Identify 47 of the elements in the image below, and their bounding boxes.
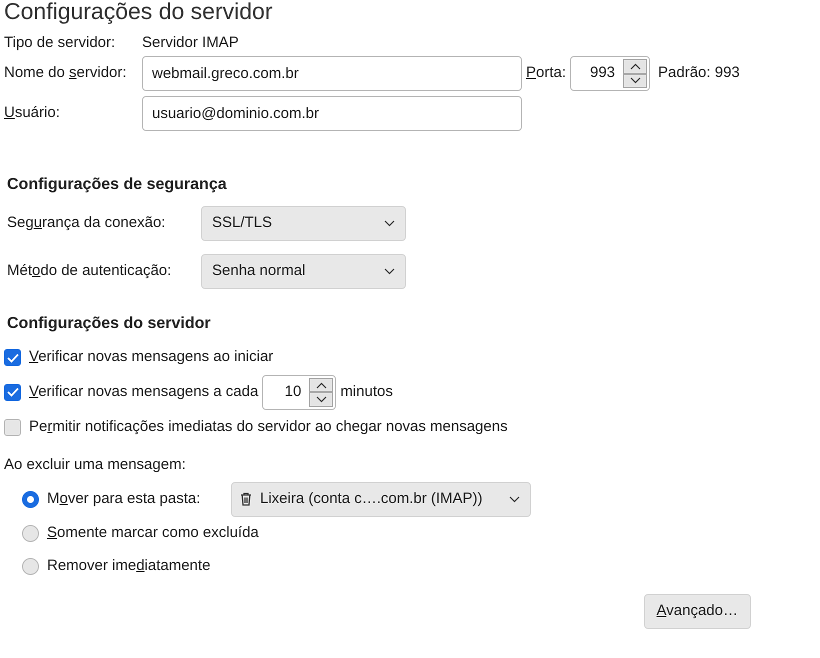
chevron-up-icon [316, 382, 327, 389]
checkbox[interactable] [4, 384, 21, 401]
text-field[interactable]: usuario@dominio.com.br [142, 96, 522, 131]
checkbox-label[interactable]: Verificar novas mensagens ao iniciar [29, 346, 274, 369]
decrement-button[interactable] [623, 74, 648, 88]
chevron-up-icon [630, 62, 641, 70]
section-heading: Configurações do servidor [7, 314, 212, 334]
checkbox-label[interactable]: Permitir notificações imediatas do servidor ao chegar novas mensagens [29, 416, 508, 438]
chevron-down-icon [509, 496, 520, 503]
trash-icon [240, 492, 252, 506]
field-value: Servidor IMAP [142, 32, 239, 53]
field-label: Nome do servidor: [4, 63, 128, 84]
radio-button[interactable] [22, 490, 39, 508]
section-heading: Configurações de segurança [7, 175, 228, 194]
increment-button[interactable] [623, 59, 648, 74]
checkbox[interactable] [4, 418, 21, 436]
dropdown[interactable]: Senha normal [201, 254, 406, 290]
radio-button[interactable] [22, 524, 39, 542]
radio-label[interactable]: Somente marcar como excluída [47, 522, 259, 544]
unit-label: minutos [340, 382, 393, 402]
checkbox-label[interactable]: Verificar novas mensagens a cada [29, 381, 258, 404]
page-title: Configurações do servidor [4, 0, 274, 25]
radio-button[interactable] [22, 558, 39, 576]
increment-button[interactable] [309, 378, 334, 392]
radio-label[interactable]: Mover para esta pasta: [47, 488, 223, 511]
number-spinner[interactable]: 10 [262, 374, 336, 410]
checkbox[interactable] [4, 349, 21, 366]
chevron-down-icon [384, 268, 395, 276]
field-label: Usuário: [4, 103, 61, 124]
group-label: Ao excluir uma mensagem: [4, 455, 187, 476]
field-label: Método de autenticação: [7, 261, 172, 282]
folder-dropdown[interactable]: Lixeira (conta c….com.br (IMAP)) [231, 482, 531, 517]
field-label: Porta: [526, 63, 566, 84]
dropdown[interactable]: SSL/TLS [201, 206, 406, 242]
number-spinner[interactable]: 993 [570, 56, 650, 91]
advanced-button[interactable]: Avançado… [644, 594, 751, 629]
text-field[interactable]: webmail.greco.com.br [142, 56, 522, 91]
radio-label[interactable]: Remover imediatamente [47, 555, 210, 578]
number-field[interactable]: 993 [571, 57, 624, 90]
number-field[interactable]: 10 [263, 376, 310, 409]
chevron-down-icon [316, 396, 327, 404]
default-port-label: Padrão: 993 [658, 63, 740, 84]
chevron-down-icon [384, 220, 395, 228]
chevron-down-icon [630, 77, 641, 84]
field-label: Tipo de servidor: [4, 32, 116, 53]
decrement-button[interactable] [309, 392, 334, 407]
field-label: Segurança da conexão: [7, 213, 166, 234]
